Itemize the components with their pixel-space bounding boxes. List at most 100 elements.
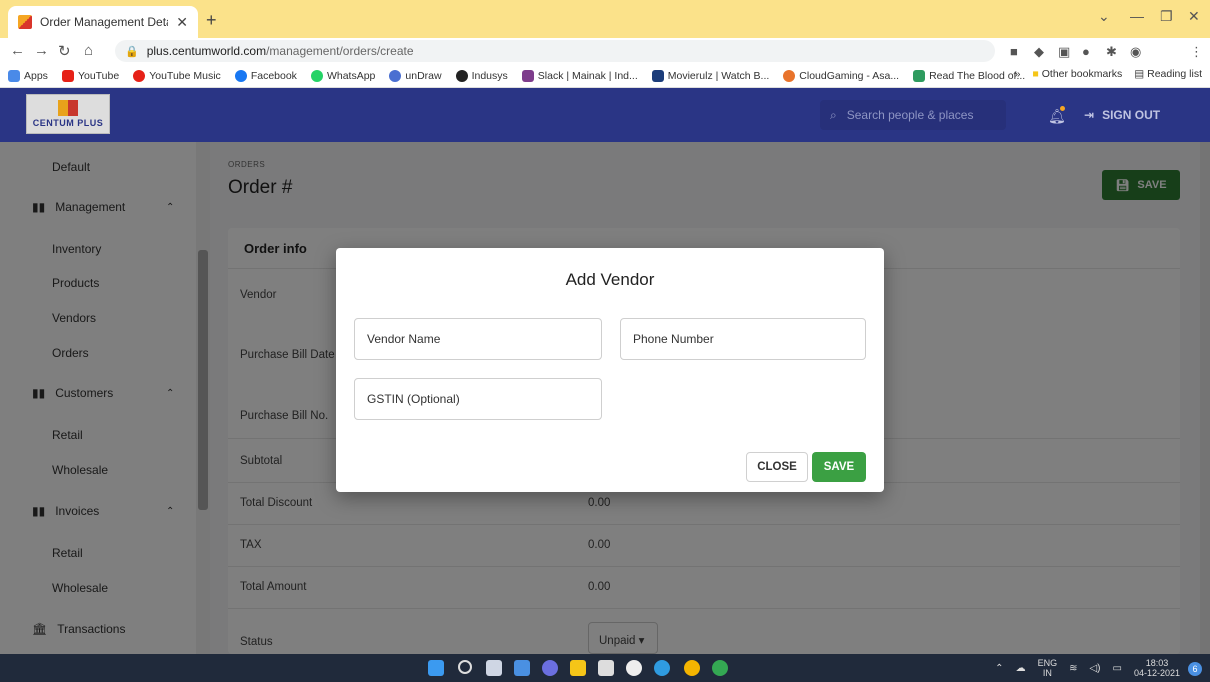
store-icon[interactable] (598, 660, 614, 676)
profile-icon[interactable]: ◉ (1130, 44, 1141, 60)
battery-icon[interactable]: ▭ (1113, 663, 1122, 674)
save-vendor-button[interactable]: SAVE (812, 452, 866, 482)
extension-icon[interactable]: ■ (1010, 44, 1018, 59)
file-explorer-icon[interactable] (570, 660, 586, 676)
extension-icon[interactable]: ● (1082, 44, 1090, 59)
apps-grid-icon (8, 69, 20, 82)
volume-icon[interactable]: ◁) (1089, 663, 1100, 674)
widgets-icon[interactable] (514, 660, 530, 676)
url-domain: plus.centumworld.com (146, 44, 267, 58)
browser-tab-strip: Order Management Details ✕ + ⌄ — ❐ ✕ (0, 0, 1210, 38)
gstin-label: GSTIN (Optional) (367, 392, 460, 406)
bookmark-apps[interactable]: Apps (8, 69, 48, 82)
language-indicator[interactable]: ENG IN (1038, 658, 1058, 678)
url-text: plus.centumworld.com/management/orders/c… (147, 44, 414, 58)
menu-kebab-icon[interactable]: ⋮ (1190, 44, 1203, 60)
bookmark-youtube-music[interactable]: YouTube Music (133, 69, 221, 82)
whatsapp-icon (310, 69, 323, 82)
youtube-icon (61, 69, 74, 82)
task-view-icon[interactable] (486, 660, 502, 676)
cloudgaming-icon (783, 69, 796, 82)
search-icon: ⌕ (830, 107, 837, 122)
show-hidden-icons-icon[interactable]: ⌃ (995, 663, 1003, 674)
windows-taskbar: ⌃ ☁ ENG IN ≋ ◁) ▭ 18:03 04-12-2021 6 (0, 654, 1210, 682)
more-bookmarks-icon[interactable]: » (1015, 68, 1021, 80)
bookmark-label: Movierulz | Watch B... (667, 69, 770, 82)
url-path: /management/orders/create (266, 44, 414, 58)
notification-count-badge[interactable]: 6 (1188, 662, 1202, 676)
search-placeholder: Search people & places (846, 108, 974, 122)
bookmark-undraw[interactable]: unDraw (389, 69, 442, 82)
bookmark-cloudgaming[interactable]: CloudGaming - Asa... (783, 69, 900, 82)
site-favicon-icon (18, 15, 32, 29)
forward-icon[interactable]: → (34, 42, 49, 59)
bookmark-label: Apps (24, 69, 48, 82)
lang-bottom: IN (1042, 668, 1052, 678)
bookmark-label: CloudGaming - Asa... (799, 69, 900, 82)
bookmark-label: Indusys (471, 69, 508, 82)
bookmark-indusys[interactable]: Indusys (455, 69, 508, 82)
address-bar[interactable]: 🔒 plus.centumworld.com/management/orders… (115, 40, 995, 62)
system-tray: ⌃ ☁ ENG IN ≋ ◁) ▭ 18:03 04-12-2021 (995, 658, 1180, 678)
app-header: CENTUM PLUS ⌕ Search people & places 🔔︎ … (0, 88, 1210, 142)
home-icon[interactable]: ⌂ (84, 42, 93, 59)
bookmark-label: Read The Blood of... (929, 69, 1026, 82)
bookmark-read-blood[interactable]: Read The Blood of... (913, 69, 1026, 82)
phone-number-input[interactable]: Phone Number (620, 318, 866, 360)
extension-icon[interactable]: ▣ (1058, 44, 1070, 60)
windows-start-icon[interactable] (428, 660, 444, 676)
close-tab-icon[interactable]: ✕ (176, 14, 188, 31)
reload-icon[interactable]: ↻ (58, 42, 71, 60)
lock-icon: 🔒 (125, 45, 139, 58)
centum-plus-logo[interactable]: CENTUM PLUS (26, 94, 110, 134)
add-vendor-dialog: Add Vendor Vendor Name Phone Number GSTI… (336, 248, 884, 492)
logo-text: CENTUM PLUS (32, 118, 104, 128)
vendor-name-input[interactable]: Vendor Name (354, 318, 602, 360)
reading-list-icon: ▤ (1134, 68, 1145, 80)
minimize-icon[interactable]: — (1130, 8, 1144, 24)
youtube-music-icon (133, 69, 146, 82)
tab-search-icon[interactable]: ⌄ (1098, 8, 1110, 25)
clock[interactable]: 18:03 04-12-2021 (1134, 658, 1180, 678)
back-icon[interactable]: ← (10, 42, 25, 59)
chrome-icon[interactable] (712, 660, 728, 676)
search-input[interactable]: ⌕ Search people & places (820, 100, 1006, 130)
bookmark-label: Facebook (250, 69, 297, 82)
date: 04-12-2021 (1133, 668, 1180, 678)
other-bookmarks-label: Other bookmarks (1041, 68, 1123, 80)
chat-icon[interactable] (542, 660, 558, 676)
bookmark-label: YouTube Music (149, 69, 221, 82)
wifi-icon[interactable]: ≋ (1069, 663, 1077, 674)
maximize-icon[interactable]: ❐ (1160, 8, 1173, 25)
slack-icon (521, 69, 534, 82)
github-icon (455, 69, 468, 82)
chrome-canary-icon[interactable] (684, 660, 700, 676)
close-button[interactable]: CLOSE (746, 452, 808, 482)
new-tab-icon[interactable]: + (206, 10, 217, 31)
bookmark-movierulz[interactable]: Movierulz | Watch B... (651, 69, 770, 82)
undraw-icon (389, 69, 402, 82)
extension-icon[interactable]: ◆ (1034, 44, 1044, 60)
bookmark-whatsapp[interactable]: WhatsApp (310, 69, 375, 82)
bookmark-youtube[interactable]: YouTube (61, 69, 120, 82)
other-bookmarks[interactable]: ■ Other bookmarks (1032, 68, 1122, 80)
app-icon[interactable] (654, 660, 670, 676)
sign-out-button[interactable]: ⇥ SIGN OUT (1084, 108, 1160, 122)
book-icon (913, 69, 926, 82)
gstin-input[interactable]: GSTIN (Optional) (354, 378, 602, 420)
bookmark-facebook[interactable]: Facebook (234, 69, 297, 82)
bookmark-slack[interactable]: Slack | Mainak | Ind... (521, 69, 638, 82)
github-desktop-icon[interactable] (626, 660, 642, 676)
browser-toolbar: ← → ↻ ⌂ 🔒 plus.centumworld.com/managemen… (0, 38, 1210, 64)
extensions-puzzle-icon[interactable]: ✱ (1106, 44, 1117, 60)
vendor-name-label: Vendor Name (367, 332, 441, 346)
bookmark-label: YouTube (77, 69, 120, 82)
reading-list[interactable]: ▤ Reading list (1134, 68, 1202, 80)
movierulz-icon (651, 69, 664, 82)
notification-dot (1060, 106, 1065, 111)
onedrive-icon[interactable]: ☁ (1016, 663, 1026, 674)
browser-tab[interactable]: Order Management Details ✕ (8, 6, 198, 38)
search-icon[interactable] (458, 660, 472, 674)
window-close-icon[interactable]: ✕ (1188, 8, 1200, 25)
bookmark-label: unDraw (405, 69, 442, 82)
